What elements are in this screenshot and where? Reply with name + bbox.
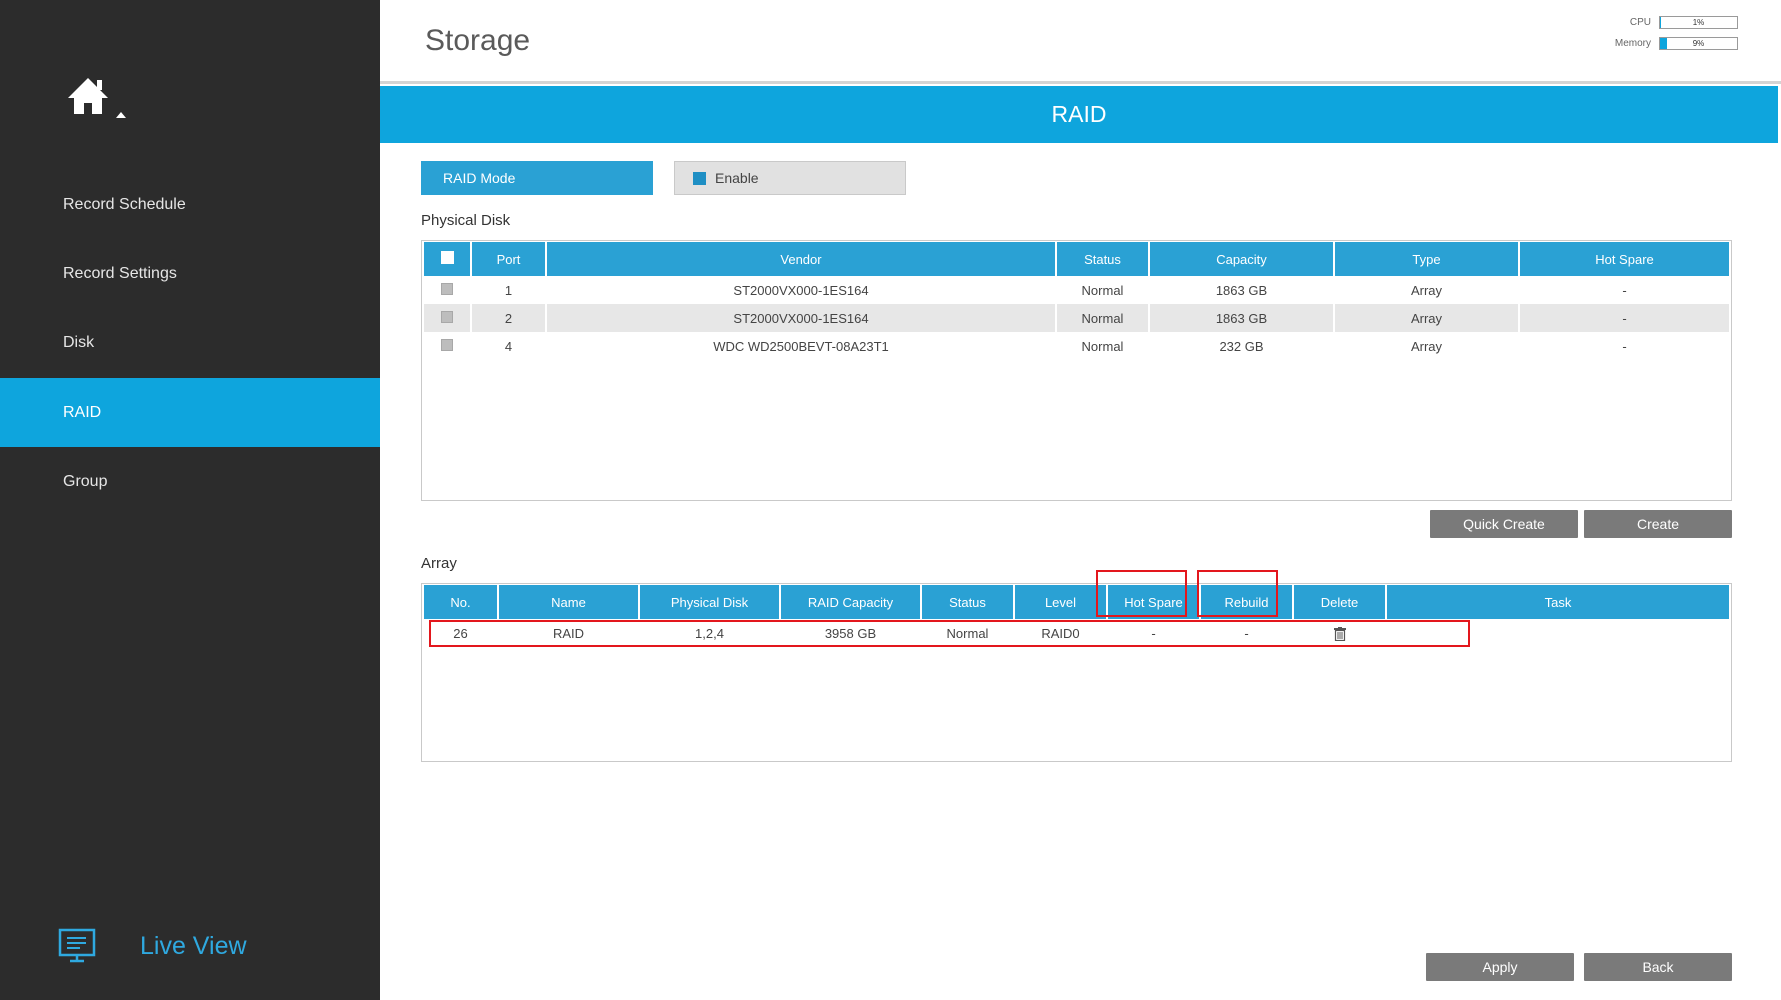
- cell-task: [1387, 619, 1729, 647]
- table-row[interactable]: 4 WDC WD2500BEVT-08A23T1 Normal 232 GB A…: [424, 332, 1729, 360]
- live-view-button[interactable]: Live View: [58, 924, 247, 968]
- enable-label: Enable: [715, 170, 759, 186]
- array-table: No. Name Physical Disk RAID Capacity Sta…: [421, 583, 1732, 762]
- column-header: Type: [1335, 242, 1518, 276]
- cell-status: Normal: [1081, 282, 1124, 298]
- column-header: Capacity: [1150, 242, 1333, 276]
- cell-hot-spare: -: [1520, 304, 1729, 332]
- column-header: Hot Spare: [1520, 242, 1729, 276]
- cell-name: RAID: [552, 625, 585, 641]
- sidebar-item-group[interactable]: Group: [0, 447, 380, 516]
- monitor-icon: [58, 928, 96, 963]
- column-header: No.: [424, 585, 497, 619]
- memory-label: Memory: [1614, 38, 1651, 49]
- cell-rebuild[interactable]: -: [1201, 619, 1292, 647]
- header: Storage CPU 1% Memory 9%: [380, 0, 1781, 84]
- row-checkbox[interactable]: [441, 282, 453, 295]
- cell-type: Array: [1335, 304, 1518, 332]
- array-title: Array: [421, 555, 457, 572]
- select-all-checkbox[interactable]: [440, 251, 454, 264]
- sidebar: Record Schedule Record Settings Disk RAI…: [0, 0, 380, 1000]
- back-button[interactable]: Back: [1584, 953, 1732, 981]
- trash-icon[interactable]: [1333, 626, 1346, 641]
- cell-raid-capacity: 3958 GB: [824, 625, 877, 641]
- cell-hot-spare: -: [1622, 338, 1627, 354]
- cell-vendor: ST2000VX000-1ES164: [547, 304, 1055, 332]
- row-checkbox[interactable]: [441, 310, 453, 323]
- cell-vendor: ST2000VX000-1ES164: [733, 282, 869, 298]
- apply-button[interactable]: Apply: [1426, 953, 1574, 981]
- cell-type: Array: [1410, 338, 1443, 354]
- cell-status: Normal: [946, 625, 989, 641]
- page-title: Storage: [425, 24, 531, 57]
- memory-value: 9%: [1692, 39, 1705, 48]
- cpu-label: CPU: [1629, 17, 1651, 28]
- memory-meter: Memory 9%: [1601, 37, 1738, 50]
- column-header: Level: [1015, 585, 1106, 619]
- physical-disk-table: Port Vendor Status Capacity Type Hot Spa…: [421, 240, 1732, 501]
- raid-enable-toggle[interactable]: Enable: [674, 161, 906, 195]
- cpu-meter: CPU 1%: [1601, 16, 1738, 29]
- cell-port: 2: [472, 304, 545, 332]
- cell-physical-disk: 1,2,4: [695, 625, 724, 641]
- cell-hot-spare: -: [1622, 282, 1627, 298]
- cell-port: 1: [504, 282, 513, 298]
- live-view-label: Live View: [140, 931, 247, 960]
- table-header-row: Port Vendor Status Capacity Type Hot Spa…: [424, 242, 1729, 276]
- row-checkbox[interactable]: [441, 338, 453, 351]
- cell-type: Array: [1410, 282, 1443, 298]
- cell-no: 26: [453, 625, 468, 641]
- column-header: Vendor: [547, 242, 1055, 276]
- column-header: Status: [1057, 242, 1148, 276]
- column-header: RAID Capacity: [781, 585, 920, 619]
- cell-capacity: 232 GB: [1219, 338, 1264, 354]
- sidebar-item-record-settings[interactable]: Record Settings: [0, 239, 380, 308]
- sidebar-item-raid[interactable]: RAID: [0, 378, 380, 447]
- enable-checkbox[interactable]: [693, 171, 706, 185]
- table-row[interactable]: 1 ST2000VX000-1ES164 Normal 1863 GB Arra…: [424, 276, 1729, 304]
- quick-create-button[interactable]: Quick Create: [1430, 510, 1578, 538]
- cell-port: 4: [504, 338, 513, 354]
- table-row[interactable]: 2 ST2000VX000-1ES164 Normal 1863 GB Arra…: [424, 304, 1729, 332]
- cell-status: Normal: [1081, 338, 1124, 354]
- column-header: Task: [1387, 585, 1729, 619]
- sidebar-item-disk[interactable]: Disk: [0, 308, 380, 377]
- cell-vendor: WDC WD2500BEVT-08A23T1: [713, 338, 889, 354]
- column-header: Hot Spare: [1108, 585, 1199, 619]
- column-header: Status: [922, 585, 1013, 619]
- table-header-row: No. Name Physical Disk RAID Capacity Sta…: [424, 585, 1729, 619]
- select-all-header[interactable]: [424, 242, 470, 276]
- cell-hot-spare[interactable]: -: [1108, 619, 1199, 647]
- memory-bar: 9%: [1659, 37, 1738, 50]
- cpu-bar: 1%: [1659, 16, 1738, 29]
- cell-capacity: 1863 GB: [1150, 304, 1333, 332]
- column-header: Delete: [1294, 585, 1385, 619]
- column-header: Port: [472, 242, 545, 276]
- table-row[interactable]: 26 RAID 1,2,4 3958 GB Normal RAID0 - -: [424, 619, 1729, 647]
- raid-mode-label: RAID Mode: [421, 161, 653, 195]
- section-banner: RAID: [380, 86, 1778, 143]
- cpu-value: 1%: [1692, 18, 1705, 27]
- home-icon[interactable]: [66, 74, 132, 124]
- physical-disk-title: Physical Disk: [421, 212, 511, 229]
- column-header: Rebuild: [1201, 585, 1292, 619]
- column-header: Name: [499, 585, 638, 619]
- cell-capacity: 1863 GB: [1215, 282, 1268, 298]
- cell-status: Normal: [1057, 304, 1148, 332]
- column-header: Physical Disk: [640, 585, 779, 619]
- sidebar-item-record-schedule[interactable]: Record Schedule: [0, 170, 380, 239]
- create-button[interactable]: Create: [1584, 510, 1732, 538]
- cell-level: RAID0: [1041, 625, 1080, 641]
- cell-delete[interactable]: [1294, 619, 1385, 647]
